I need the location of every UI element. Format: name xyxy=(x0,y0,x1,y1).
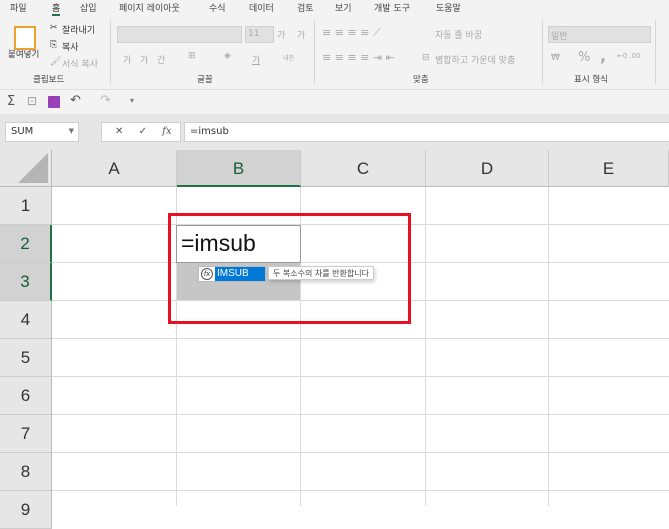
tab-view[interactable]: 보기 xyxy=(335,1,352,14)
gridline xyxy=(52,376,669,377)
save-icon[interactable] xyxy=(48,96,60,108)
cut-button[interactable]: 잘라내기 xyxy=(62,23,95,36)
cancel-icon[interactable]: ✕ xyxy=(115,126,123,137)
percent-button[interactable]: % xyxy=(578,50,590,65)
number-format-select[interactable]: 일반 xyxy=(548,26,651,43)
paste-button[interactable]: 붙여넣기 xyxy=(8,48,39,60)
gridline xyxy=(52,452,669,453)
redo-icon[interactable]: ↷ xyxy=(100,93,111,108)
form-icon[interactable]: ⊡ xyxy=(27,94,37,108)
gridline xyxy=(52,490,669,491)
tab-developer[interactable]: 개발 도구 xyxy=(374,1,410,14)
border-icon[interactable]: ⊞ xyxy=(188,51,196,61)
group-label-number: 표시 형식 xyxy=(574,75,608,85)
copy-icon: ⎘ xyxy=(50,40,58,50)
formula-buttons: ✕ ✓ fx xyxy=(101,122,181,142)
row-header-4[interactable]: 4 xyxy=(0,301,52,339)
divider xyxy=(542,20,543,84)
shrink-font-button[interactable]: 가 xyxy=(297,28,305,41)
ribbon: 붙여넣기 ✂ 잘라내기 ⎘ 복사 🖌 서식 복사 클립보드 11 가 가 가 가… xyxy=(0,16,669,90)
gridline xyxy=(52,414,669,415)
row-header-7[interactable]: 7 xyxy=(0,415,52,453)
tab-review[interactable]: 검토 xyxy=(297,1,314,14)
column-header-d[interactable]: D xyxy=(426,150,549,187)
autosum-icon[interactable]: Σ xyxy=(7,94,15,109)
name-box-value: SUM xyxy=(11,126,34,137)
row-header-5[interactable]: 5 xyxy=(0,339,52,377)
tab-formulas[interactable]: 수식 xyxy=(209,1,226,14)
insert-function-icon[interactable]: fx xyxy=(162,126,171,137)
group-label-font: 글꼴 xyxy=(197,75,213,85)
group-label-clipboard: 클립보드 xyxy=(33,75,65,85)
currency-icon[interactable]: ₩ xyxy=(551,53,560,63)
ribbon-tabs: 파일 홈 삽입 페이지 레이아웃 수식 데이터 검토 보기 개발 도구 도움말 xyxy=(0,0,669,16)
wrap-text-button[interactable]: 자동 줄 바꿈 xyxy=(435,28,482,41)
font-name-select[interactable] xyxy=(117,26,242,43)
row-header-1[interactable]: 1 xyxy=(0,187,52,225)
brush-icon: 🖌 xyxy=(50,57,62,67)
column-header-a[interactable]: A xyxy=(52,150,177,187)
row-header-8[interactable]: 8 xyxy=(0,453,52,491)
merge-icon: ⊟ xyxy=(422,53,430,63)
decimal-icons[interactable]: ←0 .00 xyxy=(617,52,641,60)
customize-qat-icon[interactable]: ▾ xyxy=(130,96,134,105)
name-box[interactable]: SUM ▼ xyxy=(5,122,79,142)
tab-data[interactable]: 데이터 xyxy=(249,1,274,14)
font-size-select[interactable]: 11 xyxy=(245,26,274,43)
row-header-6[interactable]: 6 xyxy=(0,377,52,415)
grow-font-button[interactable]: 가 xyxy=(277,28,285,41)
enter-icon[interactable]: ✓ xyxy=(139,126,147,137)
formula-input[interactable]: =imsub xyxy=(184,122,669,142)
highlight-box xyxy=(168,213,411,324)
paste-icon[interactable] xyxy=(14,26,36,50)
quick-access-toolbar: Σ ⊡ ↶ ↷ ▾ xyxy=(0,90,669,114)
undo-icon[interactable]: ↶ xyxy=(70,93,81,108)
column-header-e[interactable]: E xyxy=(549,150,669,187)
italic-button[interactable]: 가 xyxy=(140,53,148,66)
row-header-9[interactable]: 9 xyxy=(0,491,52,529)
divider xyxy=(110,20,111,84)
gridline xyxy=(548,187,549,506)
comma-button[interactable]: , xyxy=(600,46,606,65)
underline-button[interactable]: 간 xyxy=(157,53,165,66)
column-header-c[interactable]: C xyxy=(301,150,426,187)
cut-icon: ✂ xyxy=(50,23,58,33)
gridline xyxy=(52,338,669,339)
copy-button[interactable]: 복사 xyxy=(62,40,79,53)
tab-page-layout[interactable]: 페이지 레이아웃 xyxy=(119,1,180,14)
divider xyxy=(314,20,315,84)
merge-center-button[interactable]: 병합하고 가운데 맞춤 xyxy=(435,53,515,66)
phonetic-button[interactable]: 내천 xyxy=(283,53,294,62)
tab-insert[interactable]: 삽입 xyxy=(80,1,97,14)
fill-color-icon[interactable]: ◈ xyxy=(224,51,231,61)
font-color-button[interactable]: 가 xyxy=(252,53,260,66)
group-label-alignment: 맞춤 xyxy=(413,75,429,85)
align-icons-2[interactable]: ≡ ≡ ≡ ≡ ⇥ ⇤ xyxy=(322,51,395,64)
row-header-3[interactable]: 3 xyxy=(0,263,52,301)
chevron-down-icon[interactable]: ▼ xyxy=(69,127,74,135)
tab-file[interactable]: 파일 xyxy=(10,1,27,14)
select-all-button[interactable] xyxy=(0,150,52,187)
align-icons[interactable]: ≡ ≡ ≡ ≡ ⟋ xyxy=(322,26,381,40)
row-header-2[interactable]: 2 xyxy=(0,225,52,263)
divider xyxy=(655,20,656,84)
column-header-b[interactable]: B xyxy=(177,150,301,187)
tab-help[interactable]: 도움말 xyxy=(436,1,461,14)
format-painter-button[interactable]: 서식 복사 xyxy=(62,57,98,70)
formula-bar: SUM ▼ ✕ ✓ fx =imsub xyxy=(0,114,669,150)
tab-home[interactable]: 홈 xyxy=(52,1,61,16)
bold-button[interactable]: 가 xyxy=(123,53,131,66)
gridline xyxy=(425,187,426,506)
